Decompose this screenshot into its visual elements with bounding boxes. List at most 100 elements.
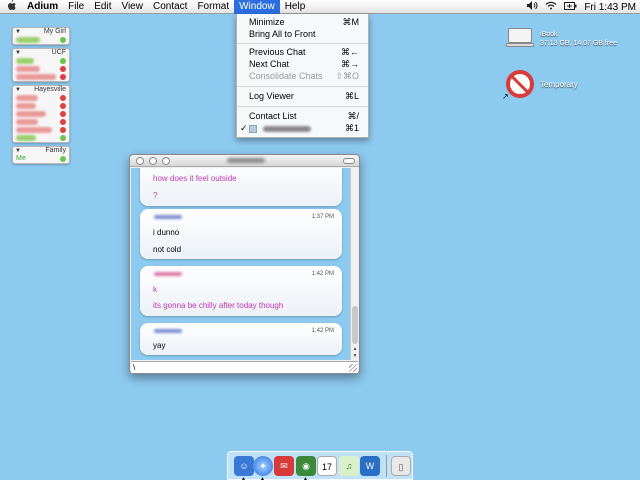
disclosure-triangle-icon[interactable]: ▼ (15, 86, 21, 94)
away-status-icon (60, 127, 66, 133)
menu-item-label: Next Chat (249, 59, 290, 69)
laptop-disk-icon[interactable] (506, 28, 534, 48)
menu-help[interactable]: Help (280, 0, 311, 14)
contact-row[interactable] (13, 94, 69, 102)
adium-icon[interactable]: ◉ (296, 456, 316, 476)
menu-item-previous-chat[interactable]: Previous Chat ⌘← (237, 46, 368, 58)
volume-icon[interactable] (527, 1, 538, 13)
disk-label[interactable]: iBook 37.13 GB, 14.07 GB free (540, 30, 617, 48)
menu-window[interactable]: Window (234, 0, 280, 14)
menu-item-bring-all-to-front[interactable]: Bring All to Front (237, 28, 368, 40)
menu-edit[interactable]: Edit (89, 0, 116, 14)
menu-item-consolidate-chats: Consolidate Chats ⇧⌘O (237, 70, 368, 82)
laptop-base (506, 43, 534, 47)
redacted-name (16, 74, 56, 80)
menu-item-next-chat[interactable]: Next Chat ⌘→ (237, 58, 368, 70)
scroll-up-arrow-icon[interactable]: ▲ (351, 346, 359, 353)
redacted-sender (154, 329, 182, 333)
app-menu[interactable]: Adium (22, 0, 63, 14)
disk-name: iBook (540, 31, 558, 38)
menu-separator (237, 43, 368, 44)
menu-view[interactable]: View (116, 0, 148, 14)
contact-row[interactable] (13, 134, 69, 142)
menu-item-log-viewer[interactable]: Log Viewer ⌘L (237, 90, 368, 102)
message-input[interactable]: \ (131, 361, 358, 373)
group-header[interactable]: ▼ My Girl (13, 28, 69, 36)
contact-row[interactable] (13, 73, 69, 81)
apple-menu-icon[interactable] (0, 0, 22, 14)
message-bubble: 1:37 PM i dunno not cold (140, 209, 342, 259)
zoom-button[interactable] (162, 157, 170, 165)
finder-icon[interactable]: ☺ (234, 456, 254, 476)
disclosure-triangle-icon[interactable]: ▼ (15, 49, 21, 57)
chat-title-bar[interactable] (130, 155, 359, 167)
contact-row[interactable] (13, 102, 69, 110)
menu-item-label: Contact List (249, 111, 297, 121)
contact-group: ▼ My Girl (12, 27, 70, 45)
redacted-name (262, 125, 311, 132)
vertical-scrollbar[interactable]: ▲ ▼ (350, 168, 358, 360)
ical-day: 17 (321, 462, 332, 472)
dock: ☺ ▲ ✦ ▲ ✉ ◉ ▲ 17 ♫ W ▯ (227, 451, 413, 480)
group-header[interactable]: ▼ UCF (13, 49, 69, 57)
away-status-icon (60, 74, 66, 80)
trash-icon[interactable]: ▯ (391, 456, 411, 476)
group-name: Family (45, 147, 66, 154)
menu-item-contact-list[interactable]: Contact List ⌘/ (237, 110, 368, 122)
menu-item-open-chat[interactable]: ✓ ⌘1 (237, 122, 368, 134)
contact-row[interactable] (13, 65, 69, 73)
disclosure-triangle-icon[interactable]: ▼ (15, 28, 21, 36)
menu-item-label: Consolidate Chats (249, 71, 323, 81)
menu-item-shortcut: ⌘/ (347, 111, 359, 121)
contact-row[interactable]: Me (13, 155, 69, 163)
message-time: 1:42 PM (311, 271, 334, 277)
menu-item-minimize[interactable]: Minimize ⌘M (237, 16, 368, 28)
menu-item-label: Previous Chat (249, 47, 306, 57)
group-header[interactable]: ▼ Family (13, 147, 69, 155)
user-status-icon (249, 124, 257, 133)
resize-grip-icon[interactable] (349, 364, 357, 372)
menu-file[interactable]: File (63, 0, 89, 14)
redacted-name (16, 66, 40, 72)
online-status-icon (60, 37, 66, 43)
minimize-button[interactable] (149, 157, 157, 165)
redacted-name (16, 111, 46, 117)
scroll-down-arrow-icon[interactable]: ▼ (351, 353, 359, 360)
online-status-icon (60, 156, 66, 162)
scroll-thumb[interactable] (352, 306, 358, 344)
away-status-icon (60, 119, 66, 125)
itunes-icon[interactable]: ♫ (339, 456, 359, 476)
contact-row[interactable] (13, 126, 69, 134)
mail-icon[interactable]: ✉ (274, 456, 294, 476)
disclosure-triangle-icon[interactable]: ▼ (15, 147, 21, 155)
safari-icon[interactable]: ✦ (253, 456, 273, 476)
battery-icon[interactable] (564, 1, 577, 13)
folder-label[interactable]: Temporary (540, 80, 578, 89)
contact-group: ▼ Hayesville (12, 85, 70, 143)
contact-row[interactable] (13, 118, 69, 126)
contact-row[interactable] (13, 57, 69, 65)
menu-separator (237, 106, 368, 107)
message-text: i dunno (153, 228, 180, 237)
contact-row[interactable] (13, 110, 69, 118)
redacted-name (16, 119, 38, 125)
message-view: how does it feel outside ? 1:37 PM i dun… (131, 168, 350, 360)
menu-bar: Adium File Edit View Contact Format Wind… (0, 0, 640, 14)
contact-row[interactable] (13, 36, 69, 44)
group-header[interactable]: ▼ Hayesville (13, 86, 69, 94)
menu-item-shortcut: ⇧⌘O (335, 71, 359, 81)
redacted-window-title (227, 158, 265, 163)
close-button[interactable] (136, 157, 144, 165)
message-text: how does it feel outside (153, 174, 237, 183)
wifi-icon[interactable] (545, 1, 557, 13)
no-entry-folder-icon[interactable] (506, 70, 534, 98)
message-text: k (153, 285, 157, 294)
menu-format[interactable]: Format (192, 0, 234, 14)
contact-list: ▼ My Girl ▼ UCF ▼ Hayesville ▼ Family Me (12, 27, 70, 167)
ical-icon[interactable]: 17 (317, 456, 337, 476)
message-time: 1:42 PM (311, 328, 334, 334)
toolbar-toggle-button[interactable] (343, 158, 355, 164)
word-icon[interactable]: W (360, 456, 380, 476)
clock[interactable]: Fri 1:43 PM (584, 2, 636, 13)
menu-contact[interactable]: Contact (148, 0, 192, 14)
